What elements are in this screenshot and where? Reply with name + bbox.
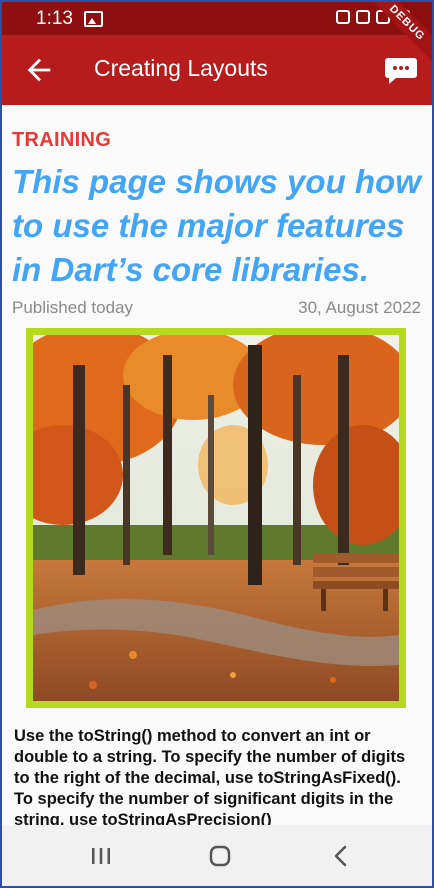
article-image [26, 328, 406, 708]
article-category: TRAINING [12, 129, 112, 151]
status-time: 1:13 [36, 8, 73, 29]
back-button[interactable] [22, 53, 56, 87]
status-bar: 1:13 [2, 2, 432, 35]
recents-icon [92, 848, 110, 864]
autumn-park-photo [33, 335, 399, 701]
back-nav-icon [334, 845, 347, 867]
article-body: Use the toString() method to convert an … [14, 727, 406, 829]
alarm-icon [336, 10, 350, 24]
battery-saver-icon [356, 10, 370, 24]
phone-frame: 1:13 Creating Layouts DEBUG TRAINING Thi… [0, 0, 434, 888]
published-label: Published today [12, 298, 133, 317]
chat-bubble-icon [385, 58, 417, 84]
system-nav-bar [2, 825, 432, 886]
article-content: TRAINING This page shows you how to use … [2, 105, 432, 829]
recents-button[interactable] [88, 843, 114, 869]
publish-date: 30, August 2022 [298, 298, 421, 317]
app-title: Creating Layouts [94, 55, 268, 81]
back-arrow-icon [27, 58, 51, 82]
article-headline: This page shows you how to use the major… [12, 163, 421, 288]
back-nav-button[interactable] [328, 843, 354, 869]
home-icon [209, 845, 231, 867]
home-button[interactable] [207, 843, 233, 869]
chat-button[interactable] [384, 55, 418, 85]
image-icon [84, 11, 103, 27]
app-bar: Creating Layouts [2, 35, 432, 105]
